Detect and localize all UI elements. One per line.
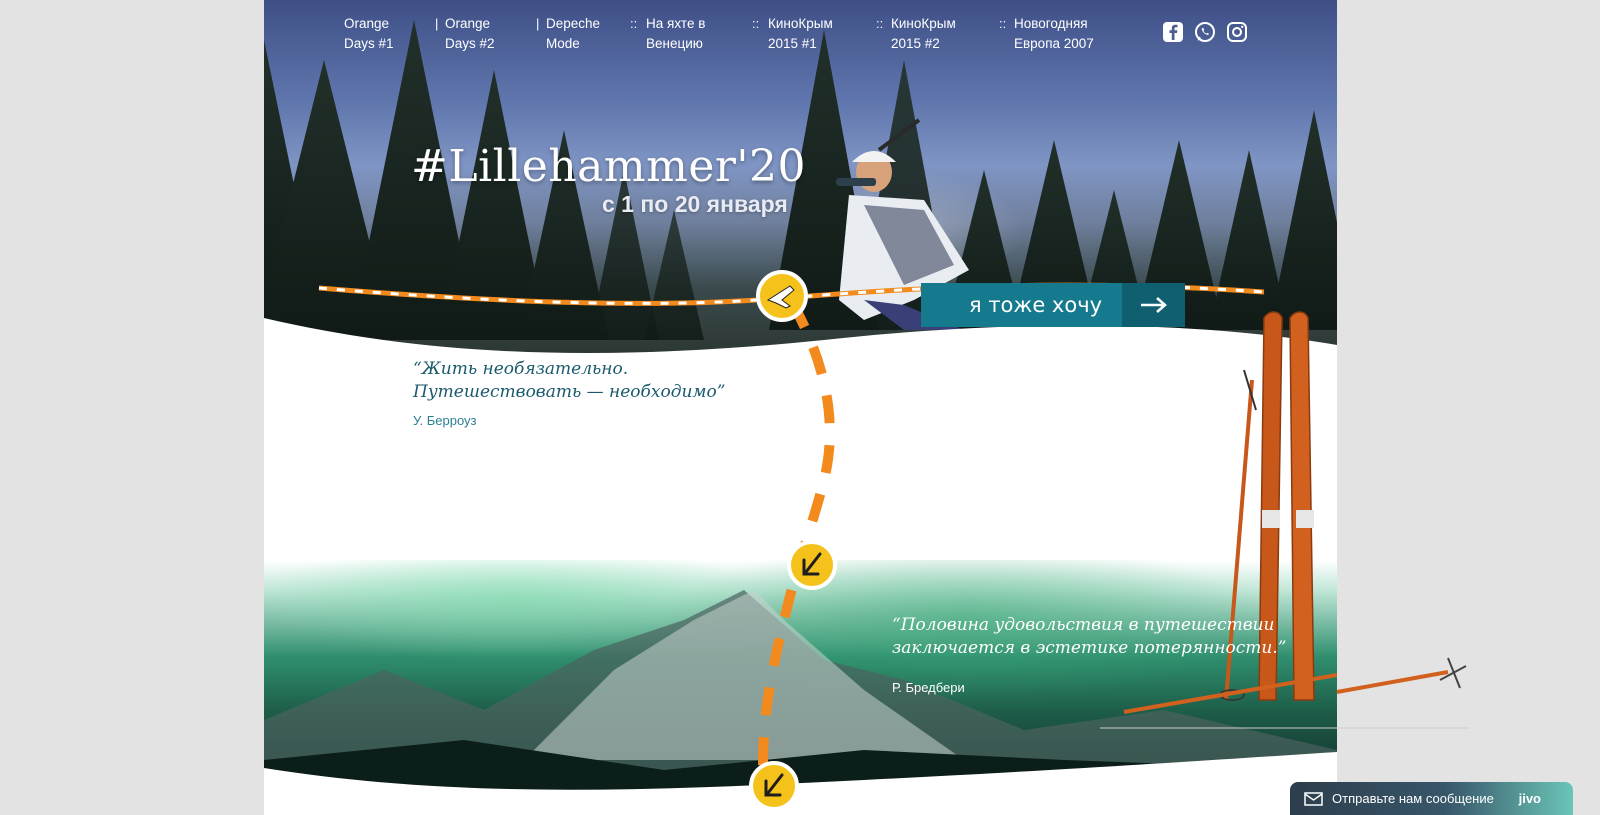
arrow-right-icon [1122,283,1185,327]
chat-widget-label: Отправьте нам сообщение [1332,791,1494,806]
envelope-icon [1304,791,1323,806]
chat-widget-button[interactable]: Отправьте нам сообщение jivo [1290,782,1573,815]
quote-line: заключается в эстетике потерянности.” [892,638,1287,658]
plane-marker-icon [756,270,808,322]
arrow-down-marker-icon [749,761,799,811]
i-want-too-button[interactable]: я тоже хочу [921,283,1185,327]
quote-line: “Жить необязательно. [413,359,629,379]
cta-label: я тоже хочу [969,293,1103,317]
quote-burroughs: “Жить необязательно. Путешествовать — не… [413,358,725,404]
quote-bradbury: “Половина удовольствия в путешествии зак… [892,614,1286,660]
landing-page: Orange Days #1 | Orange Days #2 | Depech… [264,0,1337,815]
jivo-logo: jivo [1518,791,1541,806]
quote-line: Путешествовать — необходимо” [413,382,726,402]
quote-author: У. Берроуз [413,413,477,428]
quote-line: “Половина удовольствия в путешествии [892,615,1275,635]
quote-author: Р. Бредбери [892,680,965,695]
arrow-down-marker-icon [787,540,837,590]
route-path [318,270,1337,811]
